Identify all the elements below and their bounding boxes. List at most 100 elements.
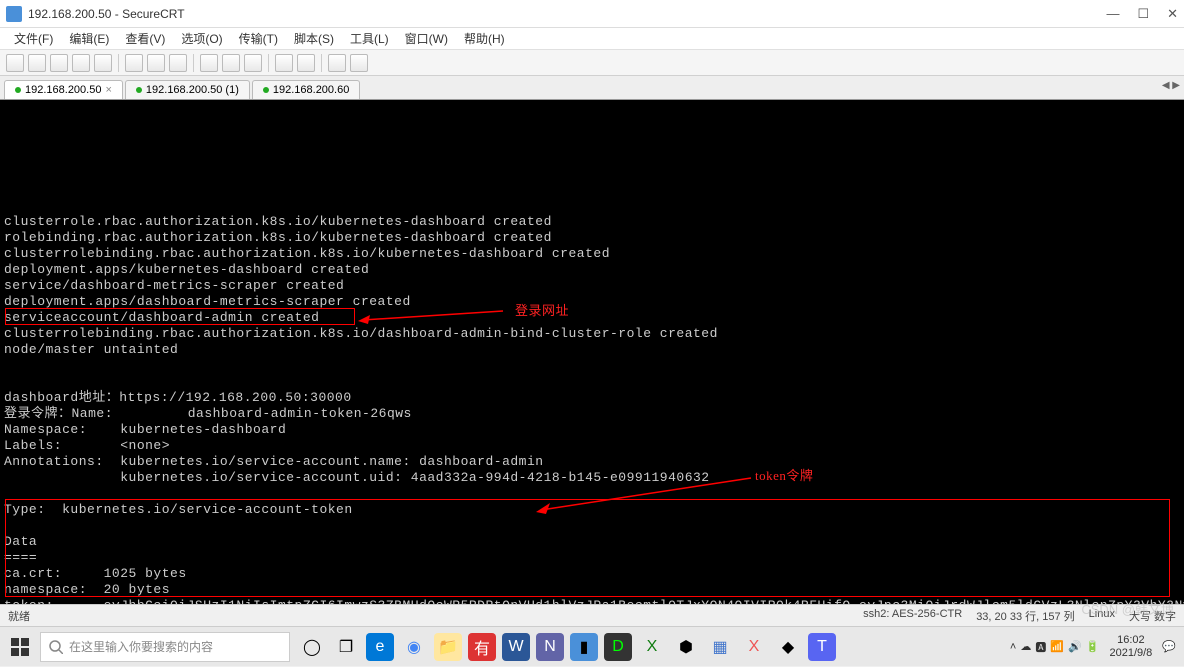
search-box[interactable]: 在这里输入你要搜索的内容 bbox=[40, 632, 290, 662]
status-dot-icon bbox=[263, 87, 269, 93]
toolbar-button[interactable] bbox=[222, 54, 240, 72]
menu-tools[interactable]: 工具(L) bbox=[344, 28, 395, 49]
terminal-line: kubernetes.io/service-account.uid: 4aad3… bbox=[4, 470, 1180, 486]
window-title: 192.168.200.50 - SecureCRT bbox=[28, 7, 1106, 21]
explorer-icon[interactable]: 📁 bbox=[434, 633, 462, 661]
clock-date: 2021/9/8 bbox=[1109, 647, 1152, 660]
vmware-icon[interactable]: ▦ bbox=[706, 633, 734, 661]
toolbar-button[interactable] bbox=[350, 54, 368, 72]
start-button[interactable] bbox=[0, 627, 40, 667]
windows-icon bbox=[11, 638, 29, 656]
toolbar-button[interactable] bbox=[275, 54, 293, 72]
annotation-label: 登录网址 bbox=[515, 303, 569, 319]
terminal-line: clusterrolebinding.rbac.authorization.k8… bbox=[4, 246, 1180, 262]
onenote-icon[interactable]: N bbox=[536, 633, 564, 661]
toolbar-button[interactable] bbox=[297, 54, 315, 72]
app-icon bbox=[6, 6, 22, 22]
terminal-line: rolebinding.rbac.authorization.k8s.io/ku… bbox=[4, 230, 1180, 246]
terminal-line: Annotations: kubernetes.io/service-accou… bbox=[4, 454, 1180, 470]
close-button[interactable]: ✕ bbox=[1167, 6, 1178, 22]
status-bar: 就绪 ssh2: AES-256-CTR 33, 20 33 行, 157 列 … bbox=[0, 604, 1184, 626]
menu-view[interactable]: 查看(V) bbox=[119, 28, 171, 49]
menu-options[interactable]: 选项(O) bbox=[175, 28, 228, 49]
session-tab[interactable]: 192.168.200.50 × bbox=[4, 80, 123, 99]
toolbar bbox=[0, 50, 1184, 76]
chrome-icon[interactable]: ◉ bbox=[400, 633, 428, 661]
dev-icon[interactable]: D bbox=[604, 633, 632, 661]
terminal-line: ca.crt: 1025 bytes bbox=[4, 566, 1180, 582]
terminal-line: Type: kubernetes.io/service-account-toke… bbox=[4, 502, 1180, 518]
tray-icon[interactable]: ☁ bbox=[1020, 640, 1031, 653]
tray-icon[interactable]: 🅰 bbox=[1035, 639, 1046, 655]
menu-file[interactable]: 文件(F) bbox=[8, 28, 59, 49]
terminal-line: node/master untainted bbox=[4, 342, 1180, 358]
search-placeholder: 在这里输入你要搜索的内容 bbox=[69, 638, 213, 655]
toolbar-button[interactable] bbox=[147, 54, 165, 72]
terminal-output[interactable]: 登录网址 token令牌 clusterrole.rbac.authorizat… bbox=[0, 100, 1184, 640]
status-ssh: ssh2: AES-256-CTR bbox=[863, 608, 962, 624]
annotation-label: token令牌 bbox=[755, 468, 813, 484]
tab-scroll-arrows[interactable]: ◀ ▶ bbox=[1162, 80, 1180, 91]
tab-label: 192.168.200.50 bbox=[25, 84, 101, 96]
terminal-line: Namespace: kubernetes-dashboard bbox=[4, 422, 1180, 438]
terminal-line bbox=[4, 374, 1180, 390]
terminal-line: Labels: <none> bbox=[4, 438, 1180, 454]
status-dot-icon bbox=[15, 87, 21, 93]
tray-battery-icon[interactable]: 🔋 bbox=[1086, 640, 1100, 653]
edge-icon[interactable]: e bbox=[366, 633, 394, 661]
session-tab-bar: 192.168.200.50 × 192.168.200.50 (1) 192.… bbox=[0, 76, 1184, 100]
app-icon[interactable]: ◆ bbox=[774, 633, 802, 661]
toolbar-button[interactable] bbox=[244, 54, 262, 72]
menu-edit[interactable]: 编辑(E) bbox=[63, 28, 115, 49]
toolbar-button[interactable] bbox=[28, 54, 46, 72]
menu-transfer[interactable]: 传输(T) bbox=[233, 28, 284, 49]
separator bbox=[268, 54, 269, 72]
terminal-line: 登录令牌：Name: dashboard-admin-token-26qws bbox=[4, 406, 1180, 422]
windows-taskbar: 在这里输入你要搜索的内容 ◯ ❐ e ◉ 📁 有 W N ▮ D X ⬢ ▦ X… bbox=[0, 626, 1184, 666]
tray-wifi-icon[interactable]: 📶 bbox=[1050, 640, 1064, 653]
menu-help[interactable]: 帮助(H) bbox=[458, 28, 511, 49]
terminal-line: namespace: 20 bytes bbox=[4, 582, 1180, 598]
typora-icon[interactable]: T bbox=[808, 633, 836, 661]
app-icon[interactable]: ⬢ bbox=[672, 633, 700, 661]
maximize-button[interactable]: ☐ bbox=[1137, 6, 1149, 22]
toolbar-button[interactable] bbox=[94, 54, 112, 72]
session-tab[interactable]: 192.168.200.50 (1) bbox=[125, 80, 250, 99]
toolbar-button[interactable] bbox=[200, 54, 218, 72]
tray-chevron-icon[interactable]: ˄ bbox=[1010, 641, 1016, 653]
toolbar-button[interactable] bbox=[328, 54, 346, 72]
tray-volume-icon[interactable]: 🔊 bbox=[1068, 640, 1082, 653]
minimize-button[interactable]: — bbox=[1106, 6, 1119, 22]
cortana-icon[interactable]: ◯ bbox=[298, 633, 326, 661]
status-dot-icon bbox=[136, 87, 142, 93]
toolbar-button[interactable] bbox=[125, 54, 143, 72]
securecrt-icon[interactable]: ▮ bbox=[570, 633, 598, 661]
xshell-icon[interactable]: X bbox=[740, 633, 768, 661]
toolbar-button[interactable] bbox=[6, 54, 24, 72]
tab-close-icon[interactable]: × bbox=[105, 84, 111, 96]
youdao-icon[interactable]: 有 bbox=[468, 633, 496, 661]
window-titlebar: 192.168.200.50 - SecureCRT — ☐ ✕ bbox=[0, 0, 1184, 28]
tray-notification-icon[interactable]: 💬 bbox=[1162, 640, 1176, 653]
terminal-line bbox=[4, 518, 1180, 534]
terminal-line: deployment.apps/dashboard-metrics-scrape… bbox=[4, 294, 1180, 310]
terminal-line: deployment.apps/kubernetes-dashboard cre… bbox=[4, 262, 1180, 278]
excel-icon[interactable]: X bbox=[638, 633, 666, 661]
menu-bar: 文件(F) 编辑(E) 查看(V) 选项(O) 传输(T) 脚本(S) 工具(L… bbox=[0, 28, 1184, 50]
terminal-line bbox=[4, 486, 1180, 502]
toolbar-button[interactable] bbox=[72, 54, 90, 72]
menu-window[interactable]: 窗口(W) bbox=[399, 28, 454, 49]
tray-clock[interactable]: 16:02 2021/9/8 bbox=[1109, 634, 1152, 660]
clock-time: 16:02 bbox=[1109, 634, 1152, 647]
terminal-line: dashboard地址：https://192.168.200.50:30000 bbox=[4, 390, 1180, 406]
search-icon bbox=[49, 640, 63, 654]
session-tab[interactable]: 192.168.200.60 bbox=[252, 80, 360, 99]
toolbar-button[interactable] bbox=[169, 54, 187, 72]
taskview-icon[interactable]: ❐ bbox=[332, 633, 360, 661]
menu-script[interactable]: 脚本(S) bbox=[288, 28, 340, 49]
word-icon[interactable]: W bbox=[502, 633, 530, 661]
taskbar-apps: ◯ ❐ e ◉ 📁 有 W N ▮ D X ⬢ ▦ X ◆ T bbox=[298, 633, 1002, 661]
separator bbox=[193, 54, 194, 72]
system-tray[interactable]: ˄ ☁ 🅰 📶 🔊 🔋 16:02 2021/9/8 💬 bbox=[1002, 634, 1184, 660]
toolbar-button[interactable] bbox=[50, 54, 68, 72]
